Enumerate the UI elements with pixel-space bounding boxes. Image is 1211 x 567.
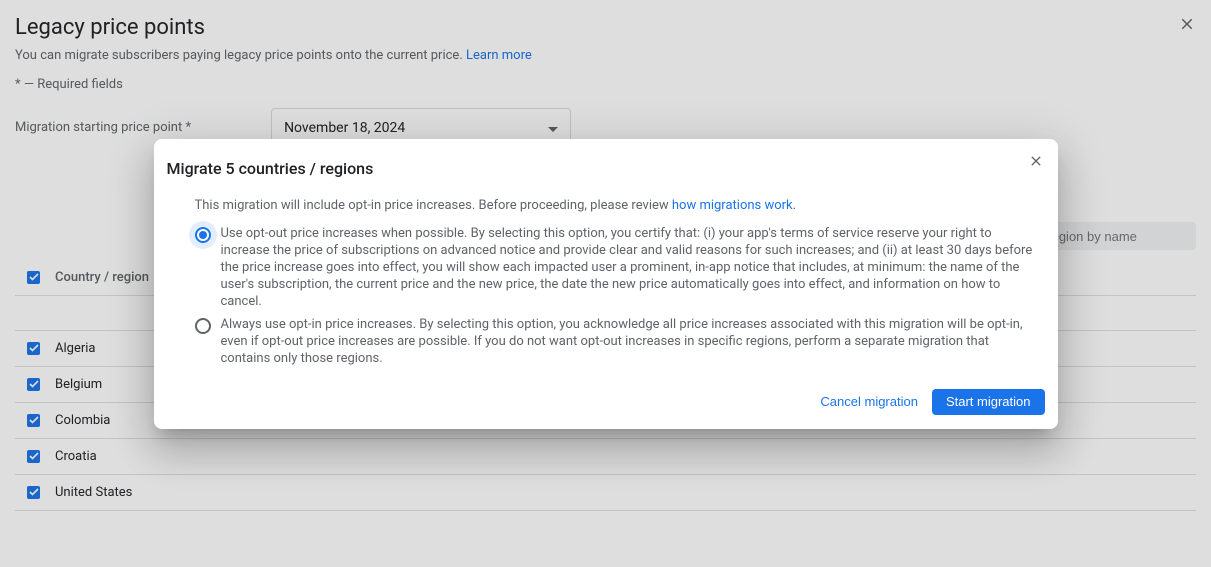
opt-in-option[interactable]: Always use opt-in price increases. By se…	[195, 316, 1035, 367]
opt-out-label: Use opt-out price increases when possibl…	[221, 225, 1035, 310]
opt-out-option[interactable]: Use opt-out price increases when possibl…	[195, 225, 1035, 310]
intro-text: This migration will include opt-in price…	[195, 198, 672, 213]
close-icon[interactable]	[1028, 153, 1044, 173]
start-migration-button[interactable]: Start migration	[932, 389, 1045, 415]
modal-overlay: Migrate 5 countries / regions This migra…	[0, 0, 1211, 567]
dialog-intro: This migration will include opt-in price…	[195, 198, 1035, 213]
opt-in-label: Always use opt-in price increases. By se…	[221, 316, 1035, 367]
migrate-dialog: Migrate 5 countries / regions This migra…	[154, 139, 1058, 429]
how-migrations-link[interactable]: how migrations work	[672, 198, 793, 213]
radio-unselected[interactable]	[195, 318, 211, 334]
radio-selected[interactable]	[195, 227, 211, 243]
intro-post: .	[793, 198, 796, 213]
cancel-migration-button[interactable]: Cancel migration	[820, 389, 918, 415]
dialog-title: Migrate 5 countries / regions	[167, 159, 1045, 178]
